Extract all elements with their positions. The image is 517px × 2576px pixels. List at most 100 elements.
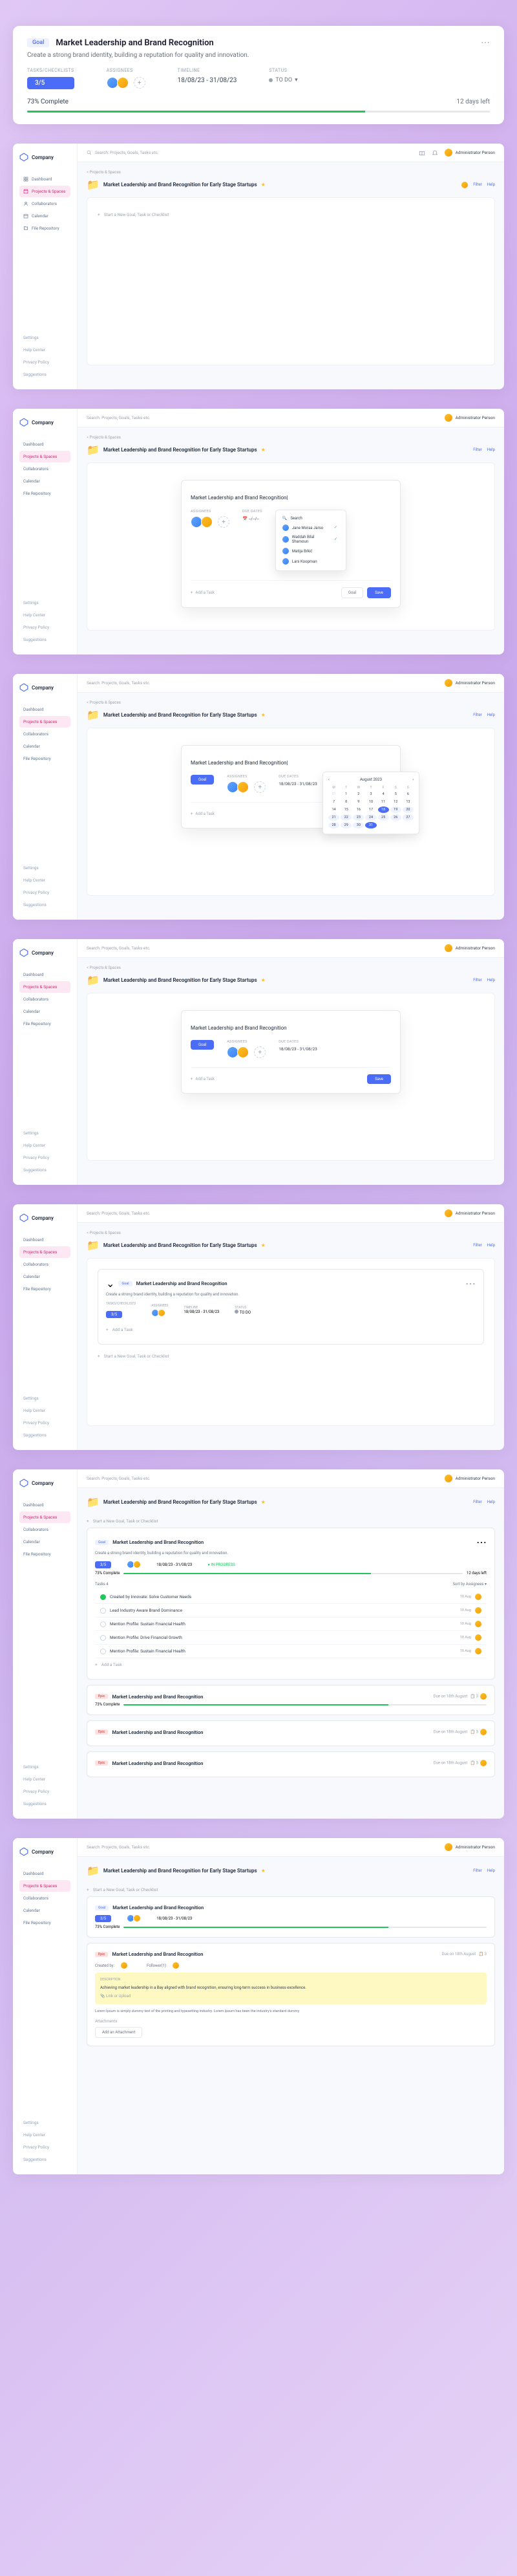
- sidebar-item-suggestions[interactable]: Suggestions: [19, 634, 70, 645]
- calendar-day[interactable]: 30: [353, 822, 364, 828]
- sidebar-item-dashboard[interactable]: Dashboard: [19, 173, 70, 185]
- goal-type-button[interactable]: Goal: [341, 587, 363, 598]
- calendar-day[interactable]: 16: [353, 806, 364, 813]
- sort-dropdown[interactable]: Assignees: [466, 1582, 484, 1586]
- dropdown-item[interactable]: Jane Moraa Jarso✓: [280, 523, 342, 533]
- sidebar-item-files[interactable]: File Repository: [19, 488, 70, 499]
- sidebar-item-files[interactable]: File Repository: [19, 753, 70, 764]
- save-button[interactable]: Save: [367, 587, 391, 598]
- calendar-day[interactable]: 12: [390, 799, 401, 805]
- goal-type-button[interactable]: Goal: [191, 775, 214, 785]
- new-item-row[interactable]: + Start a New Goal, Task or Checklist: [87, 1515, 495, 1528]
- tasks-chip[interactable]: 3/5: [27, 77, 74, 89]
- new-item-row[interactable]: + Start a New Goal, Task or Checklist: [98, 1350, 484, 1363]
- calendar-day[interactable]: 14: [328, 806, 339, 813]
- task-checkbox[interactable]: [100, 1621, 106, 1627]
- task-row[interactable]: Lead Industry Aware Brand Dominance18 Au…: [95, 1604, 487, 1618]
- sidebar-item-help[interactable]: Help Center: [19, 609, 70, 621]
- assignees-avatars[interactable]: +: [191, 516, 229, 528]
- calendar-day[interactable]: 25: [378, 814, 389, 821]
- calendar-day[interactable]: 1: [341, 791, 352, 797]
- save-button[interactable]: Save: [367, 1074, 391, 1084]
- user-menu[interactable]: Administrator Person: [445, 679, 495, 687]
- calendar-day[interactable]: 15: [341, 806, 352, 813]
- dropdown-item[interactable]: Matija Brkić: [280, 546, 342, 556]
- bell-icon[interactable]: [432, 149, 438, 156]
- more-icon[interactable]: ⋯: [465, 1277, 476, 1290]
- sidebar-item-settings[interactable]: Settings: [19, 597, 70, 609]
- filter-button[interactable]: Filter: [473, 182, 481, 187]
- goal-card[interactable]: ⌄GoalMarket Leadership and Brand Recogni…: [98, 1269, 484, 1345]
- user-menu[interactable]: Administrator Person: [445, 149, 495, 157]
- breadcrumb[interactable]: < Projects & Spaces: [87, 700, 495, 705]
- next-month-icon[interactable]: ›: [412, 777, 414, 782]
- user-menu[interactable]: Administrator Person: [445, 414, 495, 422]
- task-row[interactable]: Mention Profile: Drive Financial Growth1…: [95, 1631, 487, 1645]
- task-checkbox[interactable]: [100, 1608, 106, 1614]
- task-checkbox[interactable]: [100, 1635, 106, 1641]
- task-row[interactable]: Mention Profile: Sustain Financial Healt…: [95, 1645, 487, 1658]
- calendar-day[interactable]: 9: [353, 799, 364, 805]
- add-task-button[interactable]: + Add a Task: [191, 590, 215, 595]
- epic-card[interactable]: EpicMarket Leadership and Brand Recognit…: [87, 1685, 495, 1715]
- calendar-day[interactable]: 21: [328, 814, 339, 821]
- due-value[interactable]: 📅 --/--/--: [242, 516, 262, 521]
- sidebar-item-projects[interactable]: Projects & Spaces: [19, 186, 70, 197]
- help-button[interactable]: Help: [487, 182, 495, 187]
- sidebar-item-privacy[interactable]: Privacy Policy: [19, 356, 70, 368]
- calendar-day[interactable]: 3: [365, 791, 376, 797]
- calendar-day[interactable]: 17: [365, 806, 376, 813]
- sidebar-item-calendar[interactable]: Calendar: [19, 475, 70, 487]
- calendar-day[interactable]: 23: [353, 814, 364, 821]
- calendar-day[interactable]: 2: [353, 791, 364, 797]
- calendar-day[interactable]: 8: [341, 799, 352, 805]
- chevron-down-icon[interactable]: ⌄: [106, 1277, 114, 1290]
- calendar-day[interactable]: 4: [378, 791, 389, 797]
- task-checkbox[interactable]: [100, 1649, 106, 1654]
- add-task-button[interactable]: + Add a Task: [191, 812, 215, 816]
- add-attachment-button[interactable]: Add an Attachment: [95, 2027, 142, 2038]
- sidebar-item-collaborators[interactable]: Collaborators: [19, 198, 70, 210]
- dropdown-item[interactable]: Lars Koopman: [280, 556, 342, 567]
- add-task-button[interactable]: + Add a Task: [95, 1658, 487, 1671]
- filter-button[interactable]: Filter: [473, 713, 481, 717]
- add-assignee-icon[interactable]: +: [218, 516, 229, 528]
- calendar-day[interactable]: 20: [403, 806, 414, 813]
- due-value[interactable]: 18/08/23 - 31/08/23: [279, 781, 317, 786]
- epic-card[interactable]: EpicMarket Leadership and Brand Recognit…: [87, 1720, 495, 1746]
- star-icon[interactable]: ★: [261, 182, 266, 188]
- due-value[interactable]: 18/08/23 - 31/08/23: [279, 1046, 317, 1052]
- gift-icon[interactable]: [419, 149, 425, 156]
- breadcrumb[interactable]: < Projects & Spaces: [87, 435, 495, 440]
- prev-month-icon[interactable]: ‹: [328, 777, 330, 782]
- status-pill[interactable]: TO DO ▾: [269, 77, 297, 83]
- task-checkbox[interactable]: [100, 1594, 106, 1600]
- description-box[interactable]: DESCRIPTIONAchieving market leadership i…: [95, 1973, 487, 2004]
- more-icon[interactable]: ⋯: [476, 1536, 487, 1548]
- search-input[interactable]: Search: Projects, Goals, Tasks etc.: [87, 415, 438, 420]
- sidebar-item-suggestions[interactable]: Suggestions: [19, 369, 70, 380]
- new-item-row[interactable]: + Start a New Goal, Task or Checklist: [98, 208, 484, 221]
- assignees-avatars[interactable]: +: [107, 77, 145, 89]
- sidebar-item-dashboard[interactable]: Dashboard: [19, 438, 70, 450]
- add-assignee-icon[interactable]: +: [134, 77, 145, 89]
- sidebar-item-projects[interactable]: Projects & Spaces: [19, 451, 70, 462]
- calendar-day[interactable]: 28: [328, 822, 339, 828]
- dropdown-search[interactable]: 🔍 Search: [280, 514, 342, 523]
- calendar-day[interactable]: 6: [403, 791, 414, 797]
- goal-card-summary[interactable]: GoalMarket Leadership and Brand Recognit…: [87, 1896, 495, 1938]
- logo[interactable]: Company: [19, 418, 70, 427]
- sidebar-item-collaborators[interactable]: Collaborators: [19, 463, 70, 475]
- calendar-day[interactable]: 10: [365, 799, 376, 805]
- add-task-button[interactable]: + Add a Task: [106, 1323, 476, 1336]
- calendar-day[interactable]: 7: [328, 799, 339, 805]
- add-task-button[interactable]: + Add a Task: [191, 1077, 215, 1081]
- sidebar-item-projects[interactable]: Projects & Spaces: [19, 716, 70, 728]
- goal-type-button[interactable]: Goal: [191, 1040, 214, 1050]
- sidebar-item-dashboard[interactable]: Dashboard: [19, 704, 70, 715]
- breadcrumb[interactable]: < Projects & Spaces: [87, 170, 495, 175]
- search-input[interactable]: Search: Projects, Goals, Tasks etc.: [87, 680, 438, 686]
- sidebar-item-calendar[interactable]: Calendar: [19, 210, 70, 222]
- goal-title-input[interactable]: [191, 492, 391, 503]
- calendar-day[interactable]: 19: [390, 806, 401, 813]
